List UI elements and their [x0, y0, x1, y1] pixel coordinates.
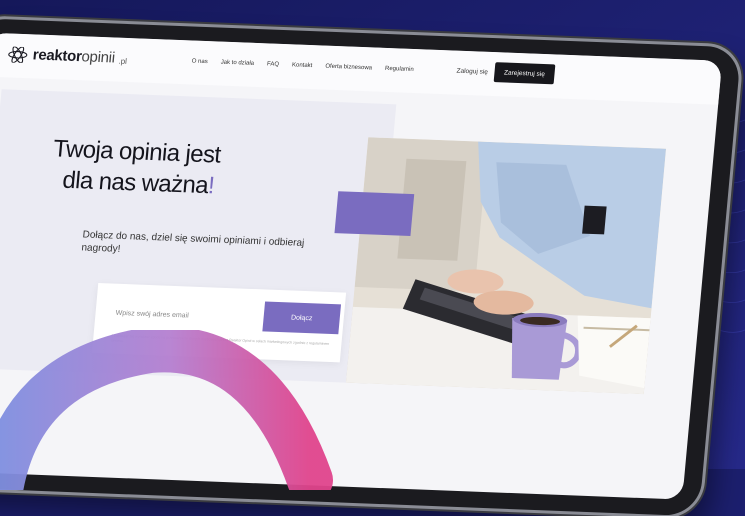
menu-item-regulamin[interactable]: Regulamin — [385, 66, 414, 73]
logo-tld: .pl — [118, 56, 128, 66]
menu-item-jak-to-dziala[interactable]: Jak to działa — [220, 60, 254, 67]
email-input[interactable] — [112, 297, 267, 334]
menu-item-oferta-biznesowa[interactable]: Oferta biznesowa — [325, 64, 372, 72]
hero-title: Twoja opinia jest dla nas ważna! — [49, 133, 324, 205]
menu-item-kontakt[interactable]: Kontakt — [292, 62, 313, 69]
register-button[interactable]: Zarejestruj się — [493, 62, 556, 85]
logo-bold: reaktor — [32, 46, 83, 66]
login-link[interactable]: Zaloguj się — [456, 68, 488, 76]
logo-text: reaktoropinii — [32, 46, 115, 66]
logo-icon — [8, 45, 28, 63]
hero-title-accent: ! — [206, 172, 216, 200]
decorative-purple-block — [334, 191, 415, 236]
site-logo[interactable]: reaktoropinii .pl — [6, 45, 128, 67]
hero-title-line2: dla nas ważna — [61, 166, 210, 200]
hero-photo — [345, 137, 667, 395]
logo-light: opinii — [80, 48, 116, 67]
decorative-dark-block — [582, 205, 607, 235]
menu-item-o-nas[interactable]: O nas — [191, 58, 208, 65]
main-menu: O nas Jak to działa FAQ Kontakt Oferta b… — [191, 58, 414, 73]
decorative-swirl — [0, 330, 333, 490]
menu-item-faq[interactable]: FAQ — [267, 61, 280, 67]
